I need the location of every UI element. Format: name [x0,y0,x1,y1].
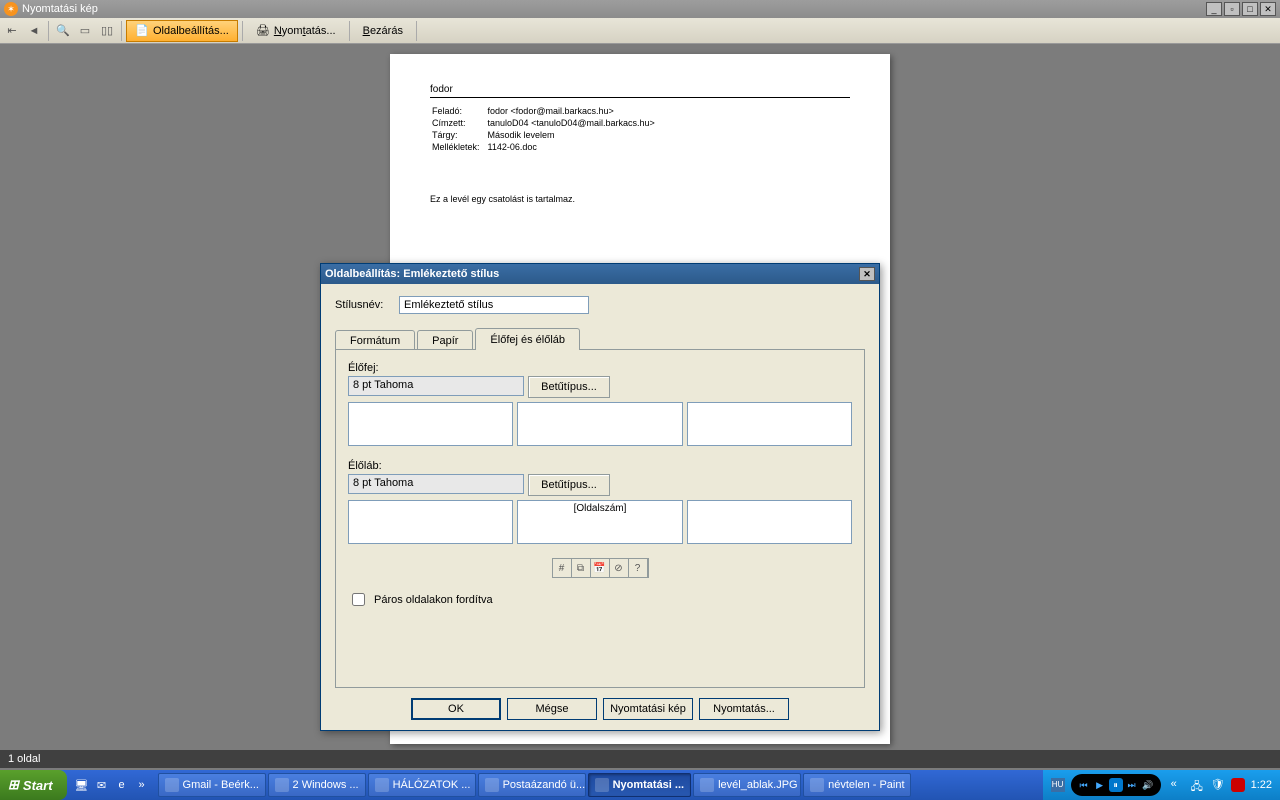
status-text: 1 oldal [8,753,40,765]
tray-ati-icon[interactable] [1231,778,1245,792]
start-button[interactable]: ⊞ Start [0,770,67,800]
header-font-display: 8 pt Tahoma [348,376,524,396]
print-button[interactable]: 🖨 Nyomtatás... [247,20,345,42]
reverse-even-pages-checkbox[interactable]: Páros oldalakon fordítva [348,590,852,609]
preview-icon [595,778,609,792]
mail-icon [485,778,499,792]
header-left-input[interactable] [348,402,513,446]
preview-notice: Ez a levél egy csatolást is tartalmaz. [430,194,850,204]
ok-button[interactable]: OK [411,698,501,720]
header-center-input[interactable] [517,402,682,446]
taskbar-item-post[interactable]: Postaázandó ü... [478,773,586,797]
toolbar: ⇤ ◄ 🔍 ▭ ▯▯ 📄 Oldalbeállítás... 🖨 Nyomtat… [0,18,1280,44]
quick-launch: 🖥 ✉ e » [73,775,151,795]
footer-font-display: 8 pt Tahoma [348,474,524,494]
tool-onepage-icon[interactable]: ▭ [75,21,95,41]
system-tray: HU ⏮ ▶ ⏸ ⏭ 🔊 « 🖧 🛡 1:22 [1043,770,1280,800]
status-bar: 1 oldal [0,750,1280,768]
tool-twopage-icon[interactable]: ▯▯ [97,21,117,41]
page-setup-dialog: Oldalbeállítás: Emlékeztető stílus ✕ Stí… [320,263,880,731]
header-label: Élőfej: [348,362,852,374]
tray-shield-icon[interactable]: 🛡 [1211,778,1225,792]
preview-heading: fodor [430,84,850,95]
taskbar-item-printpreview[interactable]: Nyomtatási ... [588,773,692,797]
dialog-close-button[interactable]: ✕ [859,267,875,281]
taskbar-item-gmail[interactable]: Gmail - Beérk... [158,773,266,797]
page-setup-icon: 📄 [135,24,149,38]
close-preview-button[interactable]: Bezárás [354,20,412,42]
ql-ie-icon[interactable]: e [113,775,131,795]
restore-button[interactable]: ▫ [1224,2,1240,16]
insert-date-icon[interactable]: 📅 [590,558,610,578]
windows-taskbar: ⊞ Start 🖥 ✉ e » Gmail - Beérk... 2 Windo… [0,770,1280,800]
header-right-input[interactable] [687,402,852,446]
app-titlebar: ✶ Nyomtatási kép _ ▫ □ ✕ [0,0,1280,18]
tray-lang-icon[interactable]: HU [1051,778,1065,792]
header-font-button[interactable]: Betűtípus... [528,376,610,398]
minimize-button[interactable]: _ [1206,2,1222,16]
dialog-title: Oldalbeállítás: Emlékeztető stílus [325,268,499,280]
tool-nav-first-icon[interactable]: ⇤ [2,21,22,41]
footer-font-button[interactable]: Betűtípus... [528,474,610,496]
mp-volume-icon[interactable]: 🔊 [1141,778,1155,792]
insert-help-icon[interactable]: ? [628,558,648,578]
page-setup-button[interactable]: 📄 Oldalbeállítás... [126,20,238,42]
media-player-toolbar: ⏮ ▶ ⏸ ⏭ 🔊 [1071,774,1161,796]
ql-outlook-icon[interactable]: ✉ [93,775,111,795]
style-name-label: Stílusnév: [335,299,391,311]
ql-desktop-icon[interactable]: 🖥 [73,775,91,795]
taskbar-item-paint[interactable]: névtelen - Paint [803,773,911,797]
tab-format[interactable]: Formátum [335,330,415,350]
maximize-button[interactable]: □ [1242,2,1258,16]
close-button[interactable]: ✕ [1260,2,1276,16]
mp-prev-icon[interactable]: ⏮ [1077,778,1091,792]
app-icon: ✶ [4,2,18,16]
paint-icon [810,778,824,792]
insert-field-toolbar: # ⧉ 📅 ⊘ ? [552,558,649,578]
insert-total-pages-icon[interactable]: ⧉ [571,558,591,578]
preview-button[interactable]: Nyomtatási kép [603,698,693,720]
mp-play-icon[interactable]: ▶ [1093,778,1107,792]
tab-header-footer[interactable]: Élőfej és élőláb [475,328,580,350]
mp-next-icon[interactable]: ⏭ [1125,778,1139,792]
insert-time-icon[interactable]: ⊘ [609,558,629,578]
print-dialog-button[interactable]: Nyomtatás... [699,698,789,720]
tab-paper[interactable]: Papír [417,330,473,350]
footer-left-input[interactable] [348,500,513,544]
insert-page-number-icon[interactable]: # [552,558,572,578]
windows-logo-icon: ⊞ [8,777,19,793]
mp-pause-icon[interactable]: ⏸ [1109,778,1123,792]
tray-clock[interactable]: 1:22 [1251,779,1272,791]
style-name-input[interactable] [399,296,589,314]
app-title: Nyomtatási kép [22,3,98,15]
image-icon [700,778,714,792]
ql-expand-icon[interactable]: » [133,775,151,795]
taskbar-item-word[interactable]: HÁLÓZATOK ... [368,773,476,797]
word-icon [375,778,389,792]
cancel-button[interactable]: Mégse [507,698,597,720]
tray-network-icon[interactable]: 🖧 [1191,778,1205,792]
footer-right-input[interactable] [687,500,852,544]
taskbar-item-image[interactable]: levél_ablak.JPG [693,773,801,797]
taskbar-item-explorer[interactable]: 2 Windows ... [268,773,366,797]
folder-icon [275,778,289,792]
tool-zoom-out-icon[interactable]: 🔍 [53,21,73,41]
firefox-icon [165,778,179,792]
dialog-titlebar: Oldalbeállítás: Emlékeztető stílus ✕ [321,264,879,284]
tray-expand-icon[interactable]: « [1171,778,1185,792]
printer-icon: 🖨 [256,24,270,38]
footer-label: Élőláb: [348,460,852,472]
footer-center-input[interactable]: [Oldalszám] [517,500,682,544]
tool-nav-prev-icon[interactable]: ◄ [24,21,44,41]
